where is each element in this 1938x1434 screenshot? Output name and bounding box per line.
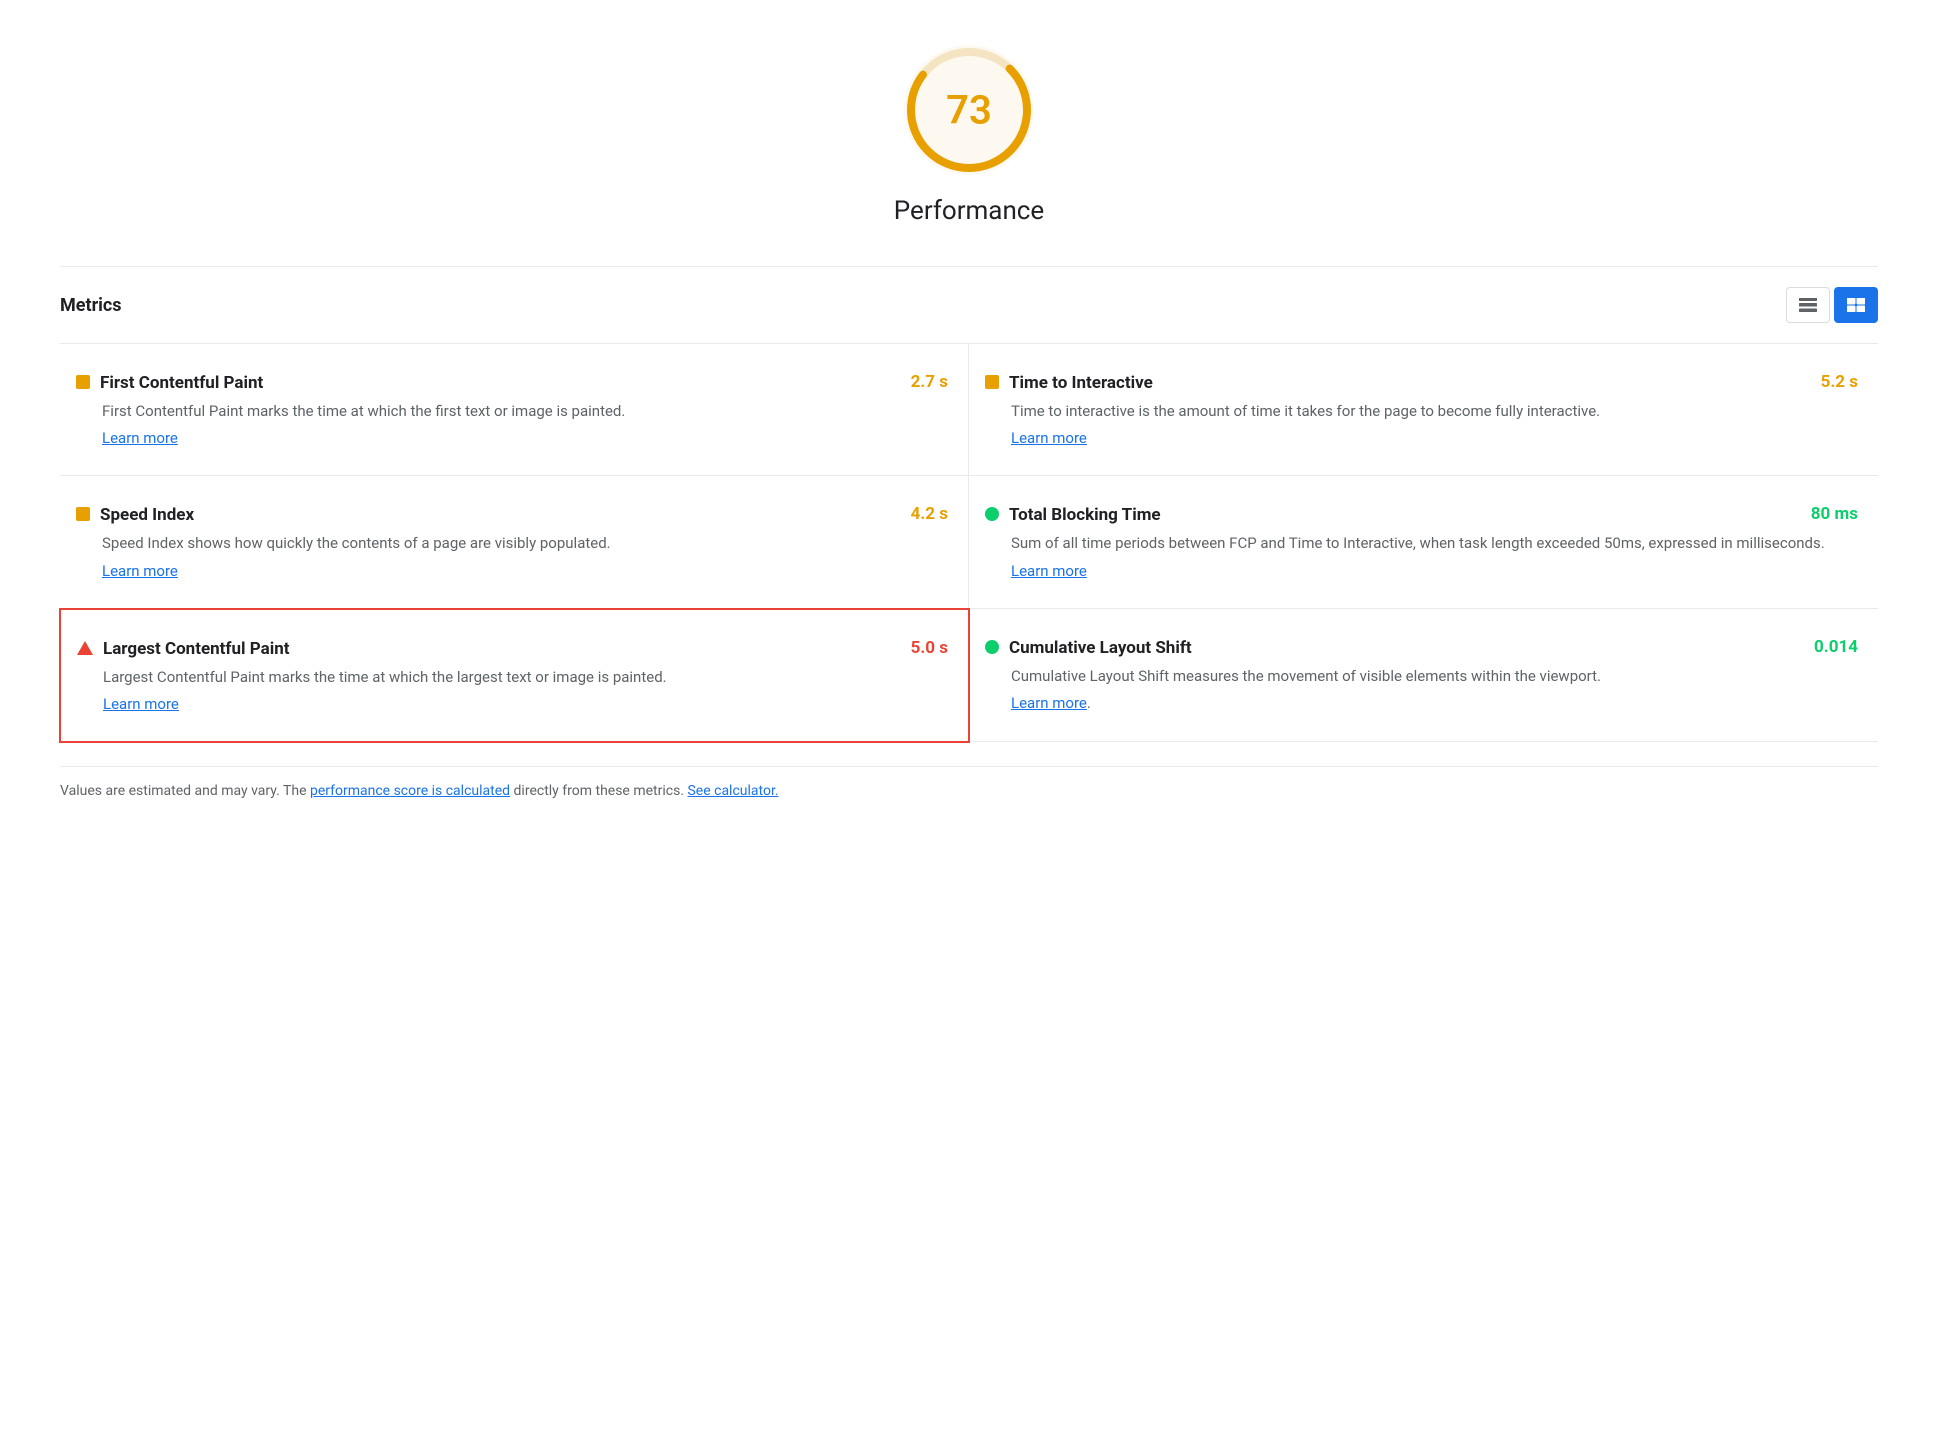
metrics-header: Metrics xyxy=(60,266,1878,323)
si-desc: Speed Index shows how quickly the conten… xyxy=(76,532,948,555)
lcp-desc: Largest Contentful Paint marks the time … xyxy=(77,666,948,689)
tti-name: Time to Interactive xyxy=(1009,372,1153,394)
lcp-name: Largest Contentful Paint xyxy=(103,638,290,660)
view-toggle xyxy=(1786,287,1878,323)
metric-fcp-header: First Contentful Paint 2.7 s xyxy=(76,372,948,394)
metric-si: Speed Index 4.2 s Speed Index shows how … xyxy=(60,476,969,608)
list-view-button[interactable] xyxy=(1786,287,1830,323)
footer-link-calculator[interactable]: performance score is calculated xyxy=(310,783,510,799)
metric-tbt-header: Total Blocking Time 80 ms xyxy=(985,504,1858,526)
lcp-learn-more[interactable]: Learn more xyxy=(77,695,948,713)
tbt-desc: Sum of all time periods between FCP and … xyxy=(985,532,1858,555)
fcp-name: First Contentful Paint xyxy=(100,372,263,394)
metric-lcp: Largest Contentful Paint 5.0 s Largest C… xyxy=(59,608,970,743)
metric-si-header: Speed Index 4.2 s xyxy=(76,504,948,526)
fcp-desc: First Contentful Paint marks the time at… xyxy=(76,400,948,423)
tti-learn-more[interactable]: Learn more xyxy=(985,429,1858,447)
tbt-name: Total Blocking Time xyxy=(1009,504,1161,526)
metric-tbt: Total Blocking Time 80 ms Sum of all tim… xyxy=(969,476,1878,608)
metric-cls: Cumulative Layout Shift 0.014 Cumulative… xyxy=(969,609,1878,742)
metric-tti: Time to Interactive 5.2 s Time to intera… xyxy=(969,344,1878,476)
metric-tti-header: Time to Interactive 5.2 s xyxy=(985,372,1858,394)
metrics-section: Metrics xyxy=(60,266,1878,742)
si-value: 4.2 s xyxy=(899,504,948,524)
footer-text-before: Values are estimated and may vary. The xyxy=(60,783,310,799)
footer-text-middle: directly from these metrics. xyxy=(514,783,688,799)
score-value: 73 xyxy=(946,87,992,134)
footer-link-see-calculator[interactable]: See calculator. xyxy=(687,783,778,799)
cls-name: Cumulative Layout Shift xyxy=(1009,637,1192,659)
tbt-value: 80 ms xyxy=(1799,504,1858,524)
fcp-value: 2.7 s xyxy=(899,372,948,392)
metrics-grid: First Contentful Paint 2.7 s First Conte… xyxy=(60,343,1878,742)
fcp-learn-more[interactable]: Learn more xyxy=(76,429,948,447)
fcp-icon xyxy=(76,374,90,393)
tbt-icon xyxy=(985,506,999,525)
score-circle: 73 xyxy=(899,40,1039,180)
lcp-value: 5.0 s xyxy=(899,638,948,658)
tbt-learn-more[interactable]: Learn more xyxy=(985,562,1858,580)
footer-note: Values are estimated and may vary. The p… xyxy=(60,766,1878,799)
cls-desc: Cumulative Layout Shift measures the mov… xyxy=(985,665,1858,688)
tti-desc: Time to interactive is the amount of tim… xyxy=(985,400,1858,423)
metric-cls-header: Cumulative Layout Shift 0.014 xyxy=(985,637,1858,659)
score-label: Performance xyxy=(894,196,1044,226)
si-icon xyxy=(76,506,90,525)
cls-value: 0.014 xyxy=(1802,637,1858,657)
cls-icon xyxy=(985,639,999,658)
score-section: 73 Performance xyxy=(60,40,1878,226)
cls-learn-more[interactable]: Learn more xyxy=(1011,694,1087,712)
si-name: Speed Index xyxy=(100,504,194,526)
cls-desc-inline: Learn more. xyxy=(985,694,1858,712)
metrics-title: Metrics xyxy=(60,295,122,316)
si-learn-more[interactable]: Learn more xyxy=(76,562,948,580)
metric-fcp: First Contentful Paint 2.7 s First Conte… xyxy=(60,344,969,476)
detail-view-button[interactable] xyxy=(1834,287,1878,323)
tti-value: 5.2 s xyxy=(1809,372,1858,392)
metric-lcp-header: Largest Contentful Paint 5.0 s xyxy=(77,638,948,660)
tti-icon xyxy=(985,374,999,393)
lcp-icon xyxy=(77,640,93,659)
